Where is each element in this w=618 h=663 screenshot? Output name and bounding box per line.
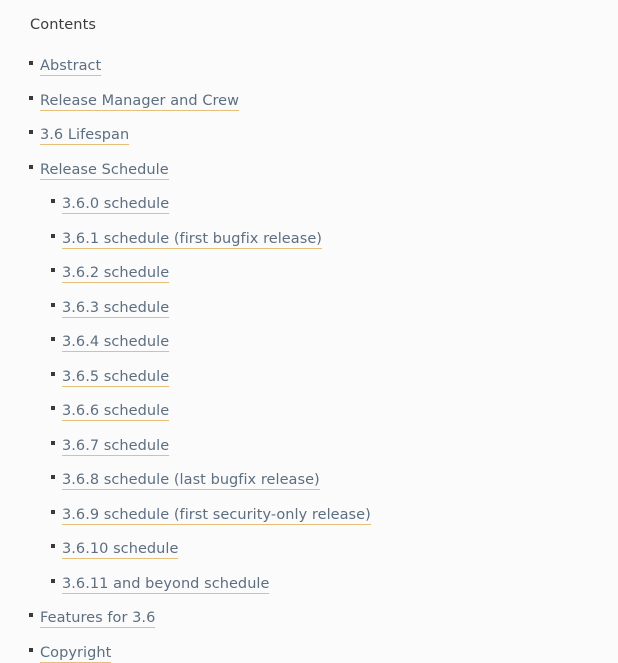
toc-link-369-schedule[interactable]: 3.6.9 schedule (first security-only rele…	[62, 507, 371, 525]
bullet-square-icon	[51, 371, 55, 376]
bullet-square-icon	[51, 509, 55, 514]
list-item: 3.6.8 schedule (last bugfix release)	[51, 469, 371, 490]
toc-link-366-schedule[interactable]: 3.6.6 schedule	[62, 404, 170, 421]
list-item: Abstract	[29, 55, 371, 76]
list-item: 3.6.11 and beyond schedule	[51, 573, 371, 594]
bullet-square-icon	[51, 268, 55, 272]
toc-list-level-1: Abstract Release Manager and Crew 3.6 Li…	[0, 55, 371, 663]
list-item: 3.6.4 schedule	[51, 331, 371, 352]
list-item: 3.6.0 schedule	[51, 193, 371, 214]
bullet-square-icon	[51, 233, 55, 238]
toc-link-release-manager-and-crew[interactable]: Release Manager and Crew	[40, 93, 240, 111]
bullet-square-icon	[29, 130, 33, 134]
toc-link-368-schedule[interactable]: 3.6.8 schedule (last bugfix release)	[62, 473, 320, 490]
list-item: 3.6.3 schedule	[51, 297, 371, 318]
toc-link-features-for-36[interactable]: Features for 3.6	[40, 611, 156, 628]
list-item: 3.6.7 schedule	[51, 435, 371, 456]
bullet-square-icon	[51, 475, 55, 479]
bullet-square-icon	[51, 199, 55, 203]
bullet-square-icon	[29, 61, 33, 65]
bullet-square-icon	[51, 544, 55, 548]
toc-link-lifespan[interactable]: 3.6 Lifespan	[40, 128, 130, 145]
toc-link-3611-and-beyond-schedule[interactable]: 3.6.11 and beyond schedule	[62, 576, 270, 594]
bullet-square-icon	[29, 613, 33, 617]
toc-link-364-schedule[interactable]: 3.6.4 schedule	[62, 335, 170, 352]
bullet-square-icon	[29, 164, 33, 169]
bullet-square-icon	[51, 302, 55, 307]
bullet-square-icon	[51, 406, 55, 410]
list-item: Release Schedule 3.6.0 schedule 3.6.1 sc…	[29, 159, 371, 594]
list-item: 3.6.1 schedule (first bugfix release)	[51, 228, 371, 249]
list-item: 3.6.6 schedule	[51, 400, 371, 421]
toc-link-362-schedule[interactable]: 3.6.2 schedule	[62, 266, 170, 283]
toc-link-abstract[interactable]: Abstract	[40, 59, 102, 76]
list-item: Release Manager and Crew	[29, 90, 371, 111]
toc-link-3610-schedule[interactable]: 3.6.10 schedule	[62, 542, 179, 559]
list-item: 3.6 Lifespan	[29, 124, 371, 145]
list-item: 3.6.5 schedule	[51, 366, 371, 387]
bullet-square-icon	[51, 440, 55, 445]
bullet-square-icon	[51, 337, 55, 341]
list-item: 3.6.2 schedule	[51, 262, 371, 283]
toc-link-release-schedule[interactable]: Release Schedule	[40, 162, 169, 180]
list-item: Features for 3.6	[29, 607, 371, 628]
bullet-square-icon	[29, 95, 33, 100]
list-item: Copyright	[29, 642, 371, 663]
toc-link-360-schedule[interactable]: 3.6.0 schedule	[62, 197, 170, 214]
toc-link-367-schedule[interactable]: 3.6.7 schedule	[62, 438, 170, 456]
toc-list-level-2: 3.6.0 schedule 3.6.1 schedule (first bug…	[40, 193, 371, 594]
toc-link-copyright[interactable]: Copyright	[40, 645, 112, 663]
page-title: Contents	[30, 17, 97, 33]
toc-link-365-schedule[interactable]: 3.6.5 schedule	[62, 369, 170, 387]
list-item: 3.6.10 schedule	[51, 538, 371, 559]
toc-link-363-schedule[interactable]: 3.6.3 schedule	[62, 300, 170, 318]
list-item: 3.6.9 schedule (first security-only rele…	[51, 504, 371, 525]
bullet-square-icon	[29, 647, 33, 652]
toc-link-361-schedule[interactable]: 3.6.1 schedule (first bugfix release)	[62, 231, 322, 249]
bullet-square-icon	[51, 578, 55, 583]
